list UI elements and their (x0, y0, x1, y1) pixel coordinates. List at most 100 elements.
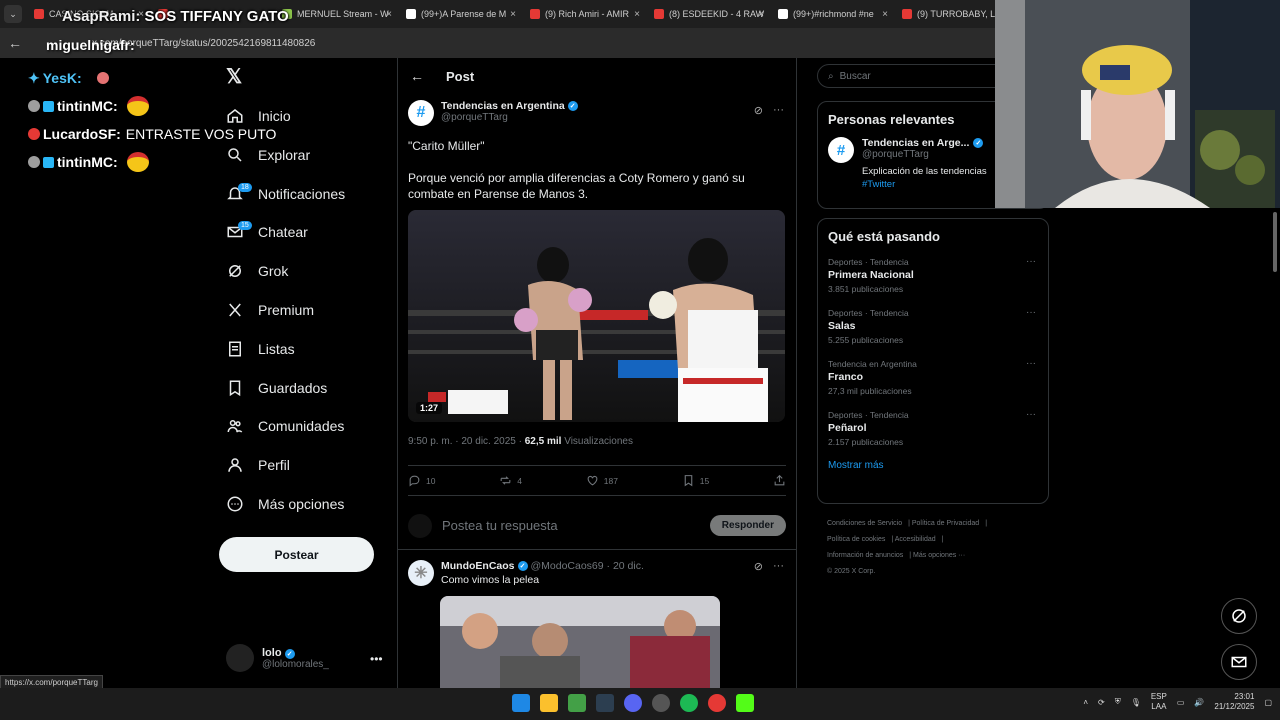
reply-icon (409, 475, 420, 487)
display-icon[interactable]: ▭ (1177, 698, 1185, 707)
santa-emote-icon (126, 96, 149, 116)
browser-tab[interactable]: MERNUEL Stream - W × (274, 0, 398, 28)
kick-icon[interactable] (736, 694, 754, 712)
trend-item[interactable]: Tendencia en Argentina Franco 27,3 mil pub… (818, 352, 1048, 403)
more-icon[interactable]: ··· (1026, 409, 1036, 420)
avatar[interactable]: # (828, 137, 854, 163)
browser-tab[interactable]: (9) Rich Amiri - AMIR × (522, 0, 646, 28)
mic-icon[interactable]: 🎙 (1131, 698, 1141, 707)
notification-icon[interactable]: ▢ (1264, 698, 1272, 707)
nav-item-grok[interactable]: Grok (226, 256, 288, 286)
more-icon[interactable]: ··· (773, 104, 784, 117)
bookmark-button[interactable]: 15 (682, 474, 709, 487)
footer-link[interactable]: Política de Privacidad (912, 520, 979, 527)
tab-favicon-icon (654, 9, 664, 19)
footer-link[interactable]: Política de cookies (827, 536, 885, 543)
grok-icon[interactable]: ⊘ (754, 104, 763, 117)
browser-tab[interactable]: (99+)A Parense de M × (398, 0, 522, 28)
search-icon (228, 148, 242, 162)
grok-icon (229, 265, 241, 278)
tweet-author[interactable]: MundoEnCaos ✓ @ModoCaos69 · 20 dic. (441, 560, 644, 572)
footer-link[interactable]: Información de anuncios (827, 552, 903, 559)
spotify-icon[interactable] (680, 694, 698, 712)
nav-item-listas[interactable]: Listas (226, 334, 295, 364)
trend-item[interactable]: Deportes · Tendencia Salas 5.255 publicaci… (818, 301, 1048, 352)
more-icon[interactable]: ••• (370, 652, 383, 666)
language-indicator[interactable]: ESP LAA (1151, 692, 1167, 712)
show-more-link[interactable]: Mostrar más (818, 454, 1048, 483)
close-icon[interactable]: × (634, 9, 640, 20)
reply-button[interactable]: 10 (408, 474, 435, 487)
post-button[interactable]: Postear (219, 537, 374, 572)
chrome-icon[interactable] (708, 694, 726, 712)
terminal-icon[interactable] (568, 694, 586, 712)
avatar (408, 513, 432, 538)
more-icon[interactable]: ··· (1026, 256, 1036, 267)
clock[interactable]: 23:01 21/12/2025 (1214, 692, 1254, 712)
more-icon[interactable]: ··· (1026, 307, 1036, 318)
verified-badge-icon: ✓ (567, 101, 578, 111)
badge-icon (28, 156, 40, 168)
tweet-image[interactable] (440, 596, 720, 688)
reply-tweet[interactable]: ✳ MundoEnCaos ✓ @ModoCaos69 · 20 dic. Com… (398, 550, 796, 688)
reply-input[interactable]: Postea tu respuesta (442, 518, 710, 533)
discord-icon[interactable] (624, 694, 642, 712)
x-logo-icon[interactable]: 𝕏 (226, 64, 242, 89)
shield-icon[interactable]: ⛨ (1115, 697, 1121, 707)
messages-fab-button[interactable] (1221, 644, 1257, 680)
tweet-handle[interactable]: @porqueTTarg (441, 112, 578, 123)
tab-search-button[interactable]: ⌄ (4, 5, 22, 23)
nav-item-perfil[interactable]: Perfil (226, 450, 290, 480)
grok-icon[interactable]: ⊘ (754, 560, 763, 573)
nav-item-guardados[interactable]: Guardados (226, 373, 327, 403)
tweet-video[interactable]: 1:27 (408, 210, 785, 422)
like-button[interactable]: 187 (586, 474, 618, 487)
more-icon[interactable]: ··· (773, 560, 784, 573)
tweet-timestamp[interactable]: 9:50 p. m. · 20 dic. 2025 · (408, 436, 522, 447)
bookmark-icon (229, 380, 241, 396)
file-explorer-icon[interactable] (540, 694, 558, 712)
hashtag-link[interactable]: #Twitter (862, 179, 895, 190)
footer-link[interactable]: Más opciones ··· (913, 552, 965, 559)
browser-tab[interactable]: (8) ESDEEKID - 4 RAW × (646, 0, 770, 28)
scrollbar-thumb[interactable] (1273, 212, 1277, 272)
tab-favicon-icon (406, 9, 416, 19)
account-switcher[interactable]: lolo ✓ @lolomorales_ (226, 644, 329, 672)
browser-tab[interactable]: (99+)#richmond #ne × (770, 0, 894, 28)
nav-item-inicio[interactable]: Inicio (226, 101, 291, 131)
repost-button[interactable]: 4 (499, 474, 522, 487)
trend-item[interactable]: Deportes · Tendencia Primera Nacional 3.85… (818, 250, 1048, 301)
avatar[interactable]: # (408, 100, 434, 126)
nav-item-premium[interactable]: Premium (226, 295, 314, 325)
nav-item-chatear[interactable]: 15 Chatear (226, 217, 308, 247)
nav-item-notificaciones[interactable]: 18 Notificaciones (226, 179, 345, 209)
tweet-author[interactable]: Tendencias en Argentina ✓ (441, 100, 578, 112)
windows-start-icon[interactable] (512, 694, 530, 712)
trend-name: Peñarol (828, 422, 867, 434)
nav-item-más-opciones[interactable]: Más opciones (226, 489, 344, 519)
back-arrow-icon[interactable]: ← (410, 68, 424, 84)
nav-item-explorar[interactable]: Explorar (226, 140, 310, 170)
trend-item[interactable]: Deportes · Tendencia Peñarol 2.157 publica… (818, 403, 1048, 454)
person-name[interactable]: Tendencias en Arge... ✓ (862, 137, 987, 149)
close-icon[interactable]: × (758, 9, 764, 20)
grok-fab-button[interactable] (1221, 598, 1257, 634)
share-button[interactable] (773, 474, 786, 487)
steam-icon[interactable] (596, 694, 614, 712)
more-icon[interactable]: ··· (1026, 358, 1036, 369)
footer-link[interactable]: Condiciones de Servicio (827, 520, 902, 527)
close-icon[interactable]: × (882, 9, 888, 20)
nav-item-label: Grok (258, 263, 289, 280)
reply-submit-button[interactable]: Responder (709, 515, 786, 536)
app-icon[interactable] (652, 694, 670, 712)
browser-back-icon[interactable]: ← (8, 35, 22, 51)
close-icon[interactable]: × (386, 9, 392, 20)
volume-icon[interactable]: 🔊 (1194, 698, 1204, 707)
chevron-up-icon[interactable]: ˄ (1083, 698, 1088, 707)
footer-link[interactable]: Accesibilidad (895, 536, 936, 543)
tweet-text: Como vimos la pelea (441, 574, 540, 586)
sync-icon[interactable]: ⟳ (1098, 698, 1105, 707)
nav-item-comunidades[interactable]: Comunidades (226, 411, 344, 441)
avatar[interactable]: ✳ (408, 560, 434, 586)
close-icon[interactable]: × (510, 9, 516, 20)
